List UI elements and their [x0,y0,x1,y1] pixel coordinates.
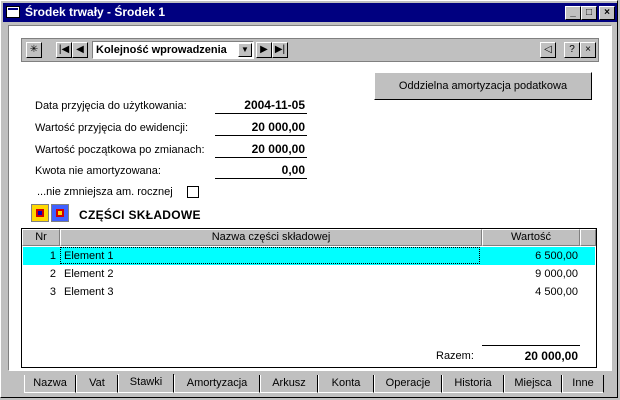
new-star-icon[interactable]: ✳ [26,42,42,58]
total-value: 20 000,00 [524,349,578,363]
cell-value[interactable]: 4 500,00 [482,283,578,301]
tab-konta[interactable]: Konta [318,375,374,393]
field-value[interactable]: 20 000,00 [215,120,305,134]
cell-name[interactable]: Element 1 [64,247,114,265]
cell-nr[interactable]: 2 [22,265,56,283]
form-panel: ✳ |◀ ◀ Kolejność wprowadzenia ▼ ▶ ▶| ◁ ?… [8,25,612,371]
sort-order-select[interactable]: Kolejność wprowadzenia ▼ [92,41,254,59]
tab-nazwa[interactable]: Nazwa [24,375,76,393]
focus-box [60,247,480,264]
underline [215,178,307,179]
field-label: Kwota nie amortyzowana: [35,165,161,177]
title-bar[interactable]: Środek trwały - Środek 1 _ □ × [3,3,617,22]
underline [215,135,307,136]
back-icon[interactable]: ◁ [540,42,556,58]
total-label: Razem: [436,350,474,362]
checkbox-label: ...nie zmniejsza am. rocznej [37,186,173,198]
prev-record-button[interactable]: ◀ [72,42,88,58]
column-header-spacer [580,229,596,246]
field-value[interactable]: 2004-11-05 [215,98,305,112]
minimize-button[interactable]: _ [565,6,581,20]
field-label: Data przyjęcia do użytkowania: [35,100,187,112]
window-title: Środek trwały - Środek 1 [25,5,166,19]
underline [215,157,307,158]
field-label: Wartość przyjęcia do ewidencji: [35,122,189,134]
close-form-button[interactable]: × [580,42,596,58]
cell-name[interactable]: Element 2 [64,265,114,283]
tab-vat[interactable]: Vat [76,375,118,393]
not-reduce-checkbox[interactable] [187,186,199,198]
parts-table[interactable]: Nr Nazwa części składowej Wartość 1 Elem… [21,228,597,368]
last-record-button[interactable]: ▶| [272,42,288,58]
next-record-button[interactable]: ▶ [256,42,272,58]
column-header-value[interactable]: Wartość [482,229,580,246]
tab-stawki[interactable]: Stawki [118,374,174,393]
help-button[interactable]: ? [564,42,580,58]
add-part-icon[interactable] [31,204,49,222]
toolbar: ✳ |◀ ◀ Kolejność wprowadzenia ▼ ▶ ▶| ◁ ?… [21,38,599,62]
app-icon[interactable] [6,6,20,18]
separate-depreciation-button[interactable]: Oddzielna amortyzacja podatkowa [374,72,592,100]
cell-nr[interactable]: 3 [22,283,56,301]
tab-miejsca[interactable]: Miejsca [504,375,562,393]
underline [215,113,307,114]
remove-part-icon[interactable] [51,204,69,222]
close-button[interactable]: × [599,6,615,20]
field-label: Wartość początkowa po zmianach: [35,144,205,156]
cell-name[interactable]: Element 3 [64,283,114,301]
cell-nr[interactable]: 1 [22,247,56,265]
first-record-button[interactable]: |◀ [56,42,72,58]
cell-value[interactable]: 9 000,00 [482,265,578,283]
tab-operacje[interactable]: Operacje [374,375,442,393]
chevron-down-icon[interactable]: ▼ [238,43,252,57]
total-rule [482,345,580,346]
field-value[interactable]: 0,00 [215,163,305,177]
section-title: CZĘŚCI SKŁADOWE [79,208,201,222]
sort-order-value: Kolejność wprowadzenia [96,44,227,56]
field-value[interactable]: 20 000,00 [215,142,305,156]
column-header-name[interactable]: Nazwa części składowej [60,229,482,246]
tab-inne[interactable]: Inne [562,375,604,393]
maximize-button[interactable]: □ [581,6,597,20]
column-header-nr[interactable]: Nr [22,229,60,246]
cell-value[interactable]: 6 500,00 [482,247,578,265]
tab-amortyzacja[interactable]: Amortyzacja [174,375,260,393]
tab-historia[interactable]: Historia [442,375,504,393]
tab-arkusz[interactable]: Arkusz [260,375,318,393]
